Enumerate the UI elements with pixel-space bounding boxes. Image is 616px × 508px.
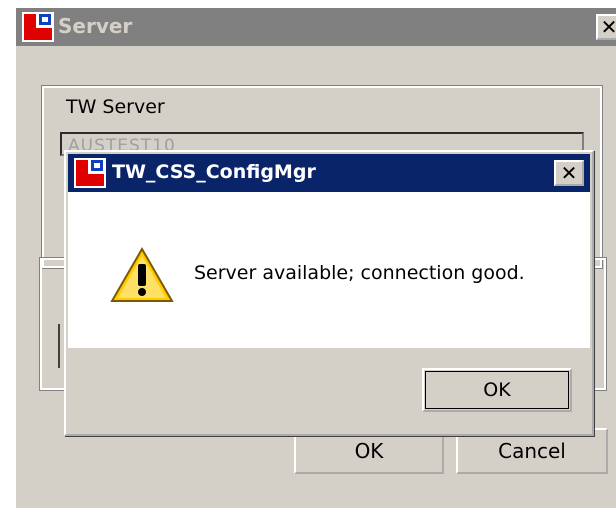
dialog-message-area: Server available; connection good.	[68, 192, 590, 348]
dialog-message: Server available; connection good.	[194, 262, 525, 284]
dialog-title: TW_CSS_ConfigMgr	[112, 161, 316, 183]
dialog-titlebar[interactable]: TW_CSS_ConfigMgr ✕	[68, 154, 590, 192]
warning-icon	[110, 246, 174, 302]
close-icon: ✕	[600, 15, 616, 39]
dialog-ok-button[interactable]: OK	[422, 368, 572, 412]
app-logo-icon	[74, 158, 106, 188]
message-dialog: TW_CSS_ConfigMgr ✕ Server available; con…	[64, 150, 594, 436]
tw-server-label: TW Server	[66, 96, 165, 118]
server-window-title: Server	[58, 14, 133, 38]
server-window-close-button[interactable]: ✕	[596, 14, 616, 40]
dialog-close-button[interactable]: ✕	[554, 160, 584, 186]
server-window-titlebar[interactable]: Server ✕	[16, 8, 616, 46]
app-logo-icon	[22, 12, 54, 42]
close-icon: ✕	[560, 161, 578, 185]
